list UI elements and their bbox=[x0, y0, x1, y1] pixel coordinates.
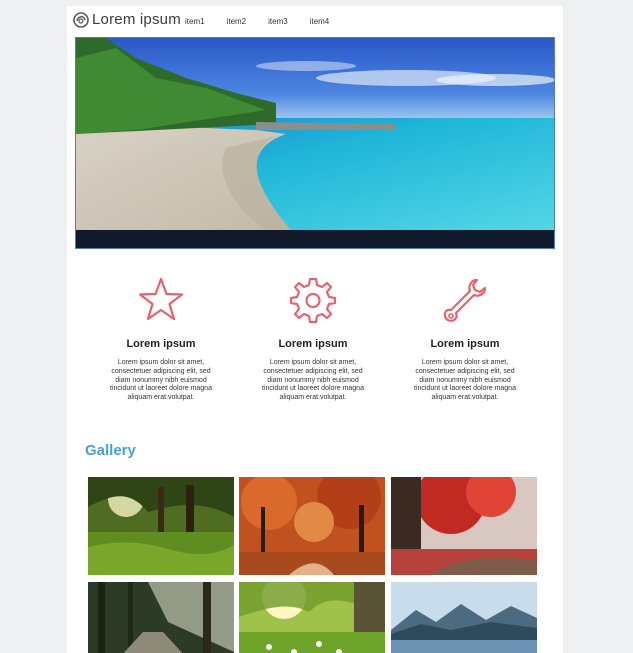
gallery-image-5[interactable] bbox=[239, 582, 385, 653]
gallery-image-2[interactable] bbox=[239, 477, 385, 575]
feature-card-3: Lorem ipsum Lorem ipsum dolor sit amet, … bbox=[395, 276, 535, 403]
nav-item-2[interactable]: item2 bbox=[227, 17, 247, 26]
feature-text: Lorem ipsum dolor sit amet, consectetuer… bbox=[262, 359, 364, 402]
star-icon bbox=[138, 277, 184, 321]
feature-card-1: Lorem ipsum Lorem ipsum dolor sit amet, … bbox=[91, 276, 231, 403]
nav-item-4[interactable]: item4 bbox=[310, 17, 330, 26]
nav-item-3[interactable]: item3 bbox=[268, 17, 288, 26]
gallery-image-4[interactable] bbox=[88, 582, 234, 653]
page-container: Lorem ipsum item1 item2 item3 item4 Lore… bbox=[67, 6, 563, 653]
feature-title: Lorem ipsum bbox=[126, 338, 196, 350]
gallery-image-1[interactable] bbox=[88, 477, 234, 575]
brand-link[interactable]: Lorem ipsum bbox=[73, 12, 181, 28]
gallery-heading: Gallery bbox=[85, 442, 136, 459]
brand-name: Lorem ipsum bbox=[92, 11, 181, 28]
feature-title: Lorem ipsum bbox=[278, 338, 348, 350]
gallery-image-3[interactable] bbox=[391, 477, 537, 575]
feature-text: Lorem ipsum dolor sit amet, consectetuer… bbox=[414, 359, 516, 402]
wrench-icon bbox=[443, 278, 487, 322]
brand-logo-icon bbox=[73, 12, 89, 28]
gear-icon bbox=[289, 277, 337, 324]
hero-banner-image bbox=[75, 37, 555, 249]
top-navbar: Lorem ipsum item1 item2 item3 item4 bbox=[67, 6, 563, 37]
gallery-image-6[interactable] bbox=[391, 582, 537, 653]
nav-menu: item1 item2 item3 item4 bbox=[185, 17, 351, 26]
feature-title: Lorem ipsum bbox=[430, 338, 500, 350]
features-section: Lorem ipsum Lorem ipsum dolor sit amet, … bbox=[67, 276, 563, 426]
nav-item-1[interactable]: item1 bbox=[185, 17, 205, 26]
feature-text: Lorem ipsum dolor sit amet, consectetuer… bbox=[110, 359, 212, 402]
feature-card-2: Lorem ipsum Lorem ipsum dolor sit amet, … bbox=[243, 276, 383, 403]
